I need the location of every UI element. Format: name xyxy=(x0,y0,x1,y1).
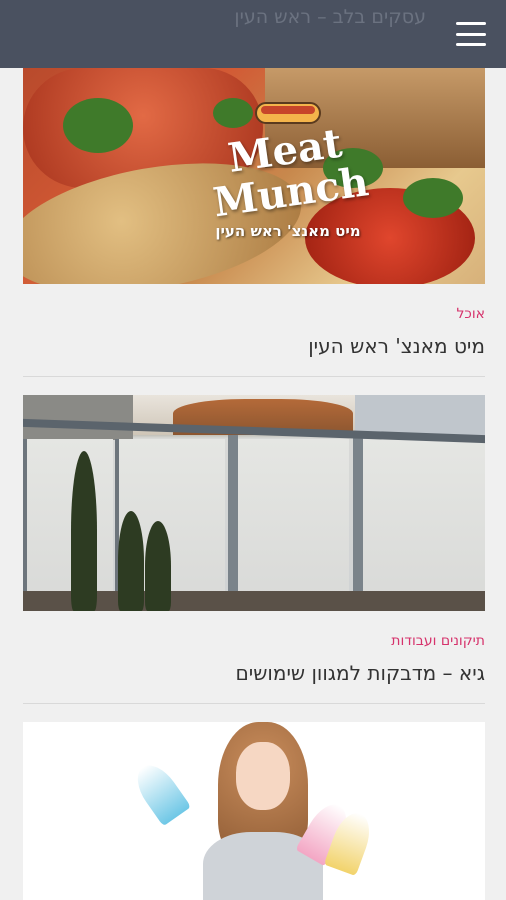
hotdog-icon xyxy=(255,94,321,124)
tree-shape xyxy=(118,511,144,611)
herb-shape xyxy=(403,178,463,218)
post-image[interactable] xyxy=(23,722,485,900)
post-category[interactable]: תיקונים ועבודות xyxy=(23,633,485,649)
divider xyxy=(23,703,485,704)
hamburger-icon[interactable] xyxy=(456,22,486,46)
glass-panel xyxy=(353,439,485,599)
logo-title: Meat Munch xyxy=(210,119,372,227)
meat-munch-logo: Meat Munch מיט מאנצ' ראש העין xyxy=(188,94,388,240)
page-title: עסקים בלב – ראש העין xyxy=(234,6,426,28)
hamburger-line xyxy=(456,22,486,25)
rail-post xyxy=(228,435,238,611)
post-card[interactable]: Meat Munch מיט מאנצ' ראש העין אוכל מיט מ… xyxy=(23,68,485,377)
post-category[interactable]: אוכל xyxy=(23,306,485,322)
post-title[interactable]: מיט מאנצ' ראש העין xyxy=(23,334,485,358)
post-title[interactable]: גיא – מדבקות למגוון שימושים xyxy=(23,661,486,685)
post-image[interactable] xyxy=(23,395,485,611)
post-image[interactable]: Meat Munch מיט מאנצ' ראש העין xyxy=(23,68,485,284)
building-shape xyxy=(23,395,133,440)
glass-panel xyxy=(229,439,349,599)
tree-shape xyxy=(145,521,171,611)
top-app-bar: עסקים בלב – ראש העין xyxy=(0,0,506,68)
hamburger-line xyxy=(456,32,486,36)
post-card[interactable] xyxy=(23,722,485,900)
post-meta: אוכל מיט מאנצ' ראש העין xyxy=(23,306,485,377)
divider xyxy=(23,376,485,377)
post-meta: תיקונים ועבודות גיא – מדבקות למגוון שימו… xyxy=(23,633,485,704)
tree-shape xyxy=(71,451,97,611)
herb-shape xyxy=(63,98,133,153)
hamburger-line xyxy=(456,43,486,46)
rail-post xyxy=(353,435,363,611)
face-shape xyxy=(236,742,290,810)
post-card[interactable]: תיקונים ועבודות גיא – מדבקות למגוון שימו… xyxy=(23,395,485,704)
piping-bag-icon xyxy=(128,757,192,827)
glass-panel xyxy=(23,439,113,599)
